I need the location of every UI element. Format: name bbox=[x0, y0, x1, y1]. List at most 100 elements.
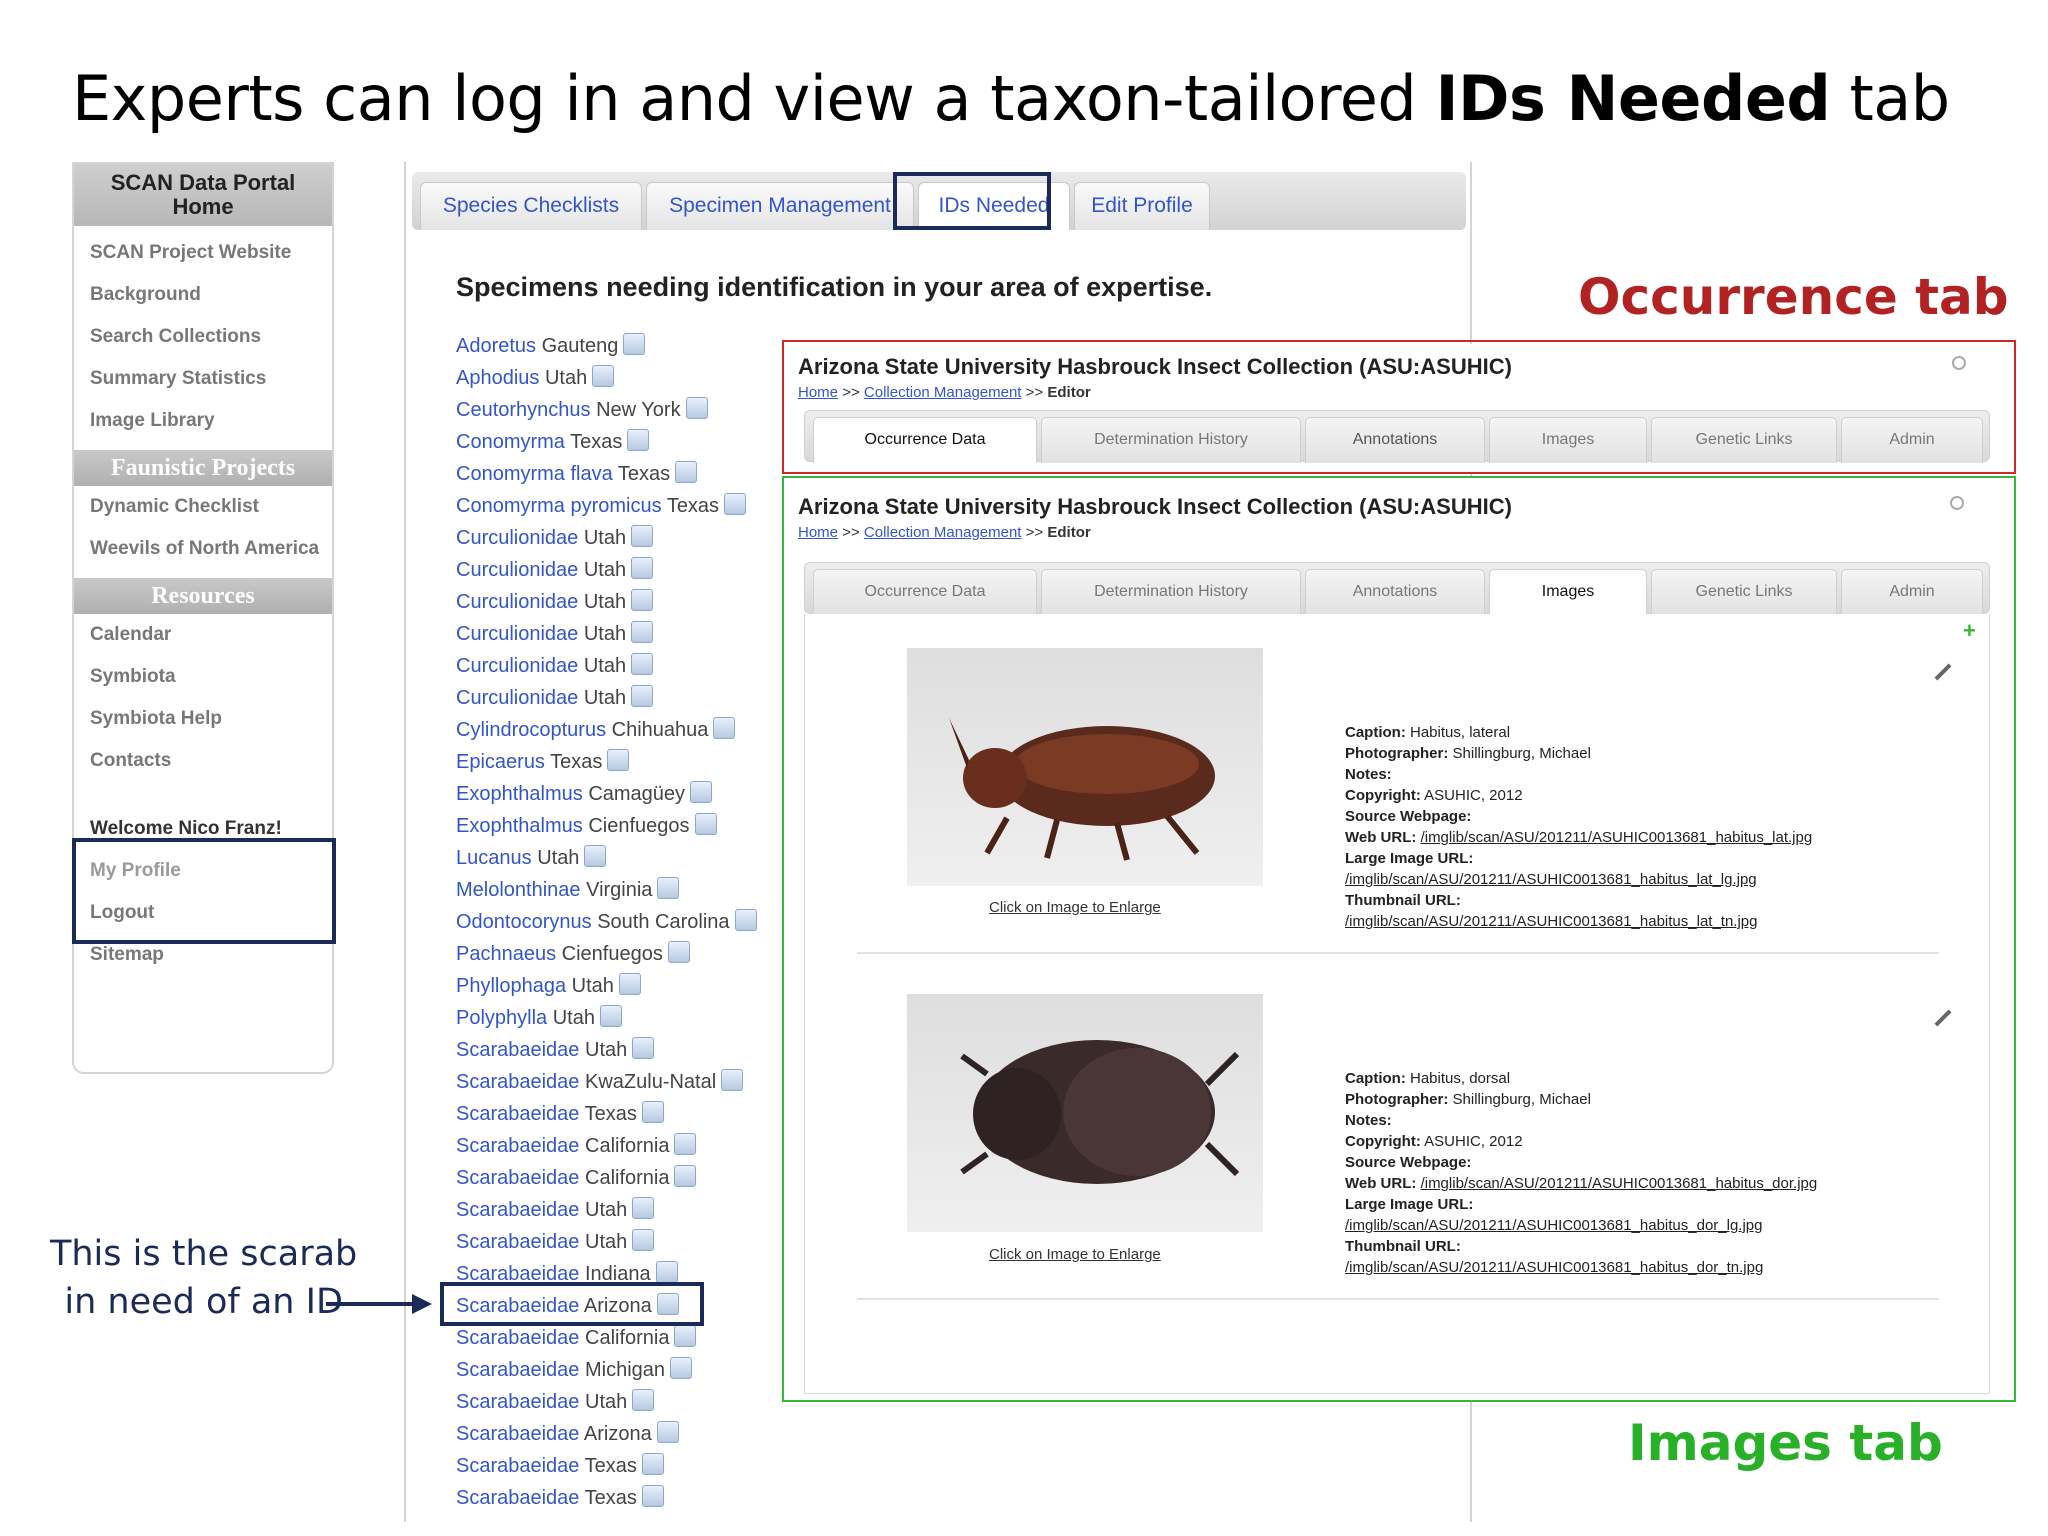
specimen-list-item[interactable]: Conomyrma Texas bbox=[456, 426, 757, 458]
image-icon[interactable] bbox=[674, 1133, 697, 1155]
resource-link[interactable]: Contacts bbox=[74, 748, 332, 774]
specimen-taxon-link[interactable]: Exophthalmus bbox=[456, 783, 583, 805]
specimen-list-item[interactable]: Scarabaeidae Utah bbox=[456, 1034, 757, 1066]
specimen-list-item[interactable]: Curculionidae Utah bbox=[456, 650, 757, 682]
specimen-list-item[interactable]: Epicaerus Texas bbox=[456, 746, 757, 778]
image-icon[interactable] bbox=[641, 1453, 664, 1475]
resource-link[interactable]: Calendar bbox=[74, 622, 332, 648]
tab-edit-profile[interactable]: Edit Profile bbox=[1074, 182, 1210, 230]
tab-species-checklists[interactable]: Species Checklists bbox=[420, 182, 642, 230]
image-icon[interactable] bbox=[584, 845, 607, 867]
specimen-taxon-link[interactable]: Scarabaeidae bbox=[456, 1071, 579, 1093]
image-icon[interactable] bbox=[631, 685, 654, 707]
specimen-taxon-link[interactable]: Scarabaeidae bbox=[456, 1231, 579, 1253]
specimen-list-item[interactable]: Conomyrma flava Texas bbox=[456, 458, 757, 490]
specimen-taxon-link[interactable]: Scarabaeidae bbox=[456, 1167, 579, 1189]
image-icon[interactable] bbox=[592, 365, 615, 387]
image-icon[interactable] bbox=[631, 621, 654, 643]
image-icon[interactable] bbox=[623, 333, 646, 355]
image-icon[interactable] bbox=[632, 1037, 655, 1059]
specimen-taxon-link[interactable]: Curculionidae bbox=[456, 591, 578, 613]
specimen-taxon-link[interactable]: Curculionidae bbox=[456, 655, 578, 677]
specimen-taxon-link[interactable]: Cylindrocopturus bbox=[456, 719, 606, 741]
specimen-list-item[interactable]: Exophthalmus Camagüey bbox=[456, 778, 757, 810]
image-icon[interactable] bbox=[599, 1005, 622, 1027]
specimen-list-item[interactable]: Scarabaeidae Texas bbox=[456, 1098, 757, 1130]
image-icon[interactable] bbox=[631, 653, 654, 675]
nav-link[interactable]: SCAN Project Website bbox=[74, 240, 332, 266]
image-icon[interactable] bbox=[675, 461, 698, 483]
specimen-list-item[interactable]: Cylindrocopturus Chihuahua bbox=[456, 714, 757, 746]
image-icon[interactable] bbox=[641, 1485, 664, 1507]
image-icon[interactable] bbox=[674, 1165, 697, 1187]
specimen-taxon-link[interactable]: Conomyrma bbox=[456, 431, 565, 453]
image-icon[interactable] bbox=[641, 1101, 664, 1123]
specimen-list-item[interactable]: Polyphylla Utah bbox=[456, 1002, 757, 1034]
image-icon[interactable] bbox=[694, 813, 717, 835]
image-icon[interactable] bbox=[656, 1421, 679, 1443]
specimen-taxon-link[interactable]: Lucanus bbox=[456, 847, 532, 869]
nav-link[interactable]: Image Library bbox=[74, 408, 332, 434]
specimen-list-item[interactable]: Curculionidae Utah bbox=[456, 682, 757, 714]
image-icon[interactable] bbox=[670, 1357, 693, 1379]
specimen-taxon-link[interactable]: Scarabaeidae bbox=[456, 1423, 579, 1445]
specimen-taxon-link[interactable]: Conomyrma flava bbox=[456, 463, 613, 485]
specimen-list-item[interactable]: Curculionidae Utah bbox=[456, 554, 757, 586]
specimen-taxon-link[interactable]: Scarabaeidae bbox=[456, 1487, 579, 1509]
specimen-list-item[interactable]: Adoretus Gauteng bbox=[456, 330, 757, 362]
specimen-taxon-link[interactable]: Curculionidae bbox=[456, 559, 578, 581]
image-icon[interactable] bbox=[690, 781, 713, 803]
specimen-list-item[interactable]: Scarabaeidae Arizona bbox=[456, 1418, 757, 1450]
specimen-list-item[interactable]: Pachnaeus Cienfuegos bbox=[456, 938, 757, 970]
specimen-list-item[interactable]: Scarabaeidae Michigan bbox=[456, 1354, 757, 1386]
resource-link[interactable]: Symbiota Help bbox=[74, 706, 332, 732]
specimen-list-item[interactable]: Curculionidae Utah bbox=[456, 586, 757, 618]
resource-link[interactable]: Symbiota bbox=[74, 664, 332, 690]
image-icon[interactable] bbox=[657, 877, 680, 899]
specimen-taxon-link[interactable]: Aphodius bbox=[456, 367, 539, 389]
image-icon[interactable] bbox=[674, 1325, 697, 1347]
specimen-taxon-link[interactable]: Scarabaeidae bbox=[456, 1327, 579, 1349]
specimen-list-item[interactable]: Scarabaeidae Utah bbox=[456, 1386, 757, 1418]
specimen-taxon-link[interactable]: Scarabaeidae bbox=[456, 1359, 579, 1381]
specimen-list-item[interactable]: Scarabaeidae California bbox=[456, 1322, 757, 1354]
specimen-list-item[interactable]: Exophthalmus Cienfuegos bbox=[456, 810, 757, 842]
image-icon[interactable] bbox=[734, 909, 757, 931]
image-icon[interactable] bbox=[655, 1261, 678, 1283]
specimen-list-item[interactable]: Scarabaeidae California bbox=[456, 1130, 757, 1162]
specimen-taxon-link[interactable]: Odontocorynus bbox=[456, 911, 592, 933]
specimen-taxon-link[interactable]: Scarabaeidae bbox=[456, 1103, 579, 1125]
image-icon[interactable] bbox=[607, 749, 630, 771]
sitemap-link[interactable]: Sitemap bbox=[74, 942, 332, 968]
image-icon[interactable] bbox=[713, 717, 736, 739]
image-icon[interactable] bbox=[618, 973, 641, 995]
specimen-list-item[interactable]: Scarabaeidae Texas bbox=[456, 1450, 757, 1482]
specimen-taxon-link[interactable]: Scarabaeidae bbox=[456, 1135, 579, 1157]
specimen-taxon-link[interactable]: Conomyrma pyromicus bbox=[456, 495, 662, 517]
nav-home-link[interactable]: SCAN Data Portal Home bbox=[74, 164, 332, 226]
specimen-list-item[interactable]: Scarabaeidae California bbox=[456, 1162, 757, 1194]
specimen-list-item[interactable]: Melolonthinae Virginia bbox=[456, 874, 757, 906]
specimen-list-item[interactable]: Odontocorynus South Carolina bbox=[456, 906, 757, 938]
specimen-taxon-link[interactable]: Curculionidae bbox=[456, 527, 578, 549]
faunistic-link[interactable]: Dynamic Checklist bbox=[74, 494, 332, 520]
specimen-taxon-link[interactable]: Adoretus bbox=[456, 335, 536, 357]
specimen-taxon-link[interactable]: Scarabaeidae bbox=[456, 1455, 579, 1477]
specimen-taxon-link[interactable]: Phyllophaga bbox=[456, 975, 566, 997]
specimen-taxon-link[interactable]: Curculionidae bbox=[456, 623, 578, 645]
specimen-list-item[interactable]: Scarabaeidae Utah bbox=[456, 1194, 757, 1226]
specimen-taxon-link[interactable]: Scarabaeidae bbox=[456, 1199, 579, 1221]
nav-link[interactable]: Summary Statistics bbox=[74, 366, 332, 392]
image-icon[interactable] bbox=[667, 941, 690, 963]
specimen-taxon-link[interactable]: Polyphylla bbox=[456, 1007, 547, 1029]
specimen-taxon-link[interactable]: Scarabaeidae bbox=[456, 1039, 579, 1061]
specimen-list-item[interactable]: Curculionidae Utah bbox=[456, 522, 757, 554]
specimen-list-item[interactable]: Scarabaeidae Texas bbox=[456, 1482, 757, 1514]
specimen-list-item[interactable]: Ceutorhynchus New York bbox=[456, 394, 757, 426]
image-icon[interactable] bbox=[631, 589, 654, 611]
tab-specimen-management[interactable]: Specimen Management bbox=[646, 182, 914, 230]
specimen-list-item[interactable]: Scarabaeidae Utah bbox=[456, 1226, 757, 1258]
image-icon[interactable] bbox=[632, 1229, 655, 1251]
image-icon[interactable] bbox=[721, 1069, 744, 1091]
image-icon[interactable] bbox=[685, 397, 708, 419]
